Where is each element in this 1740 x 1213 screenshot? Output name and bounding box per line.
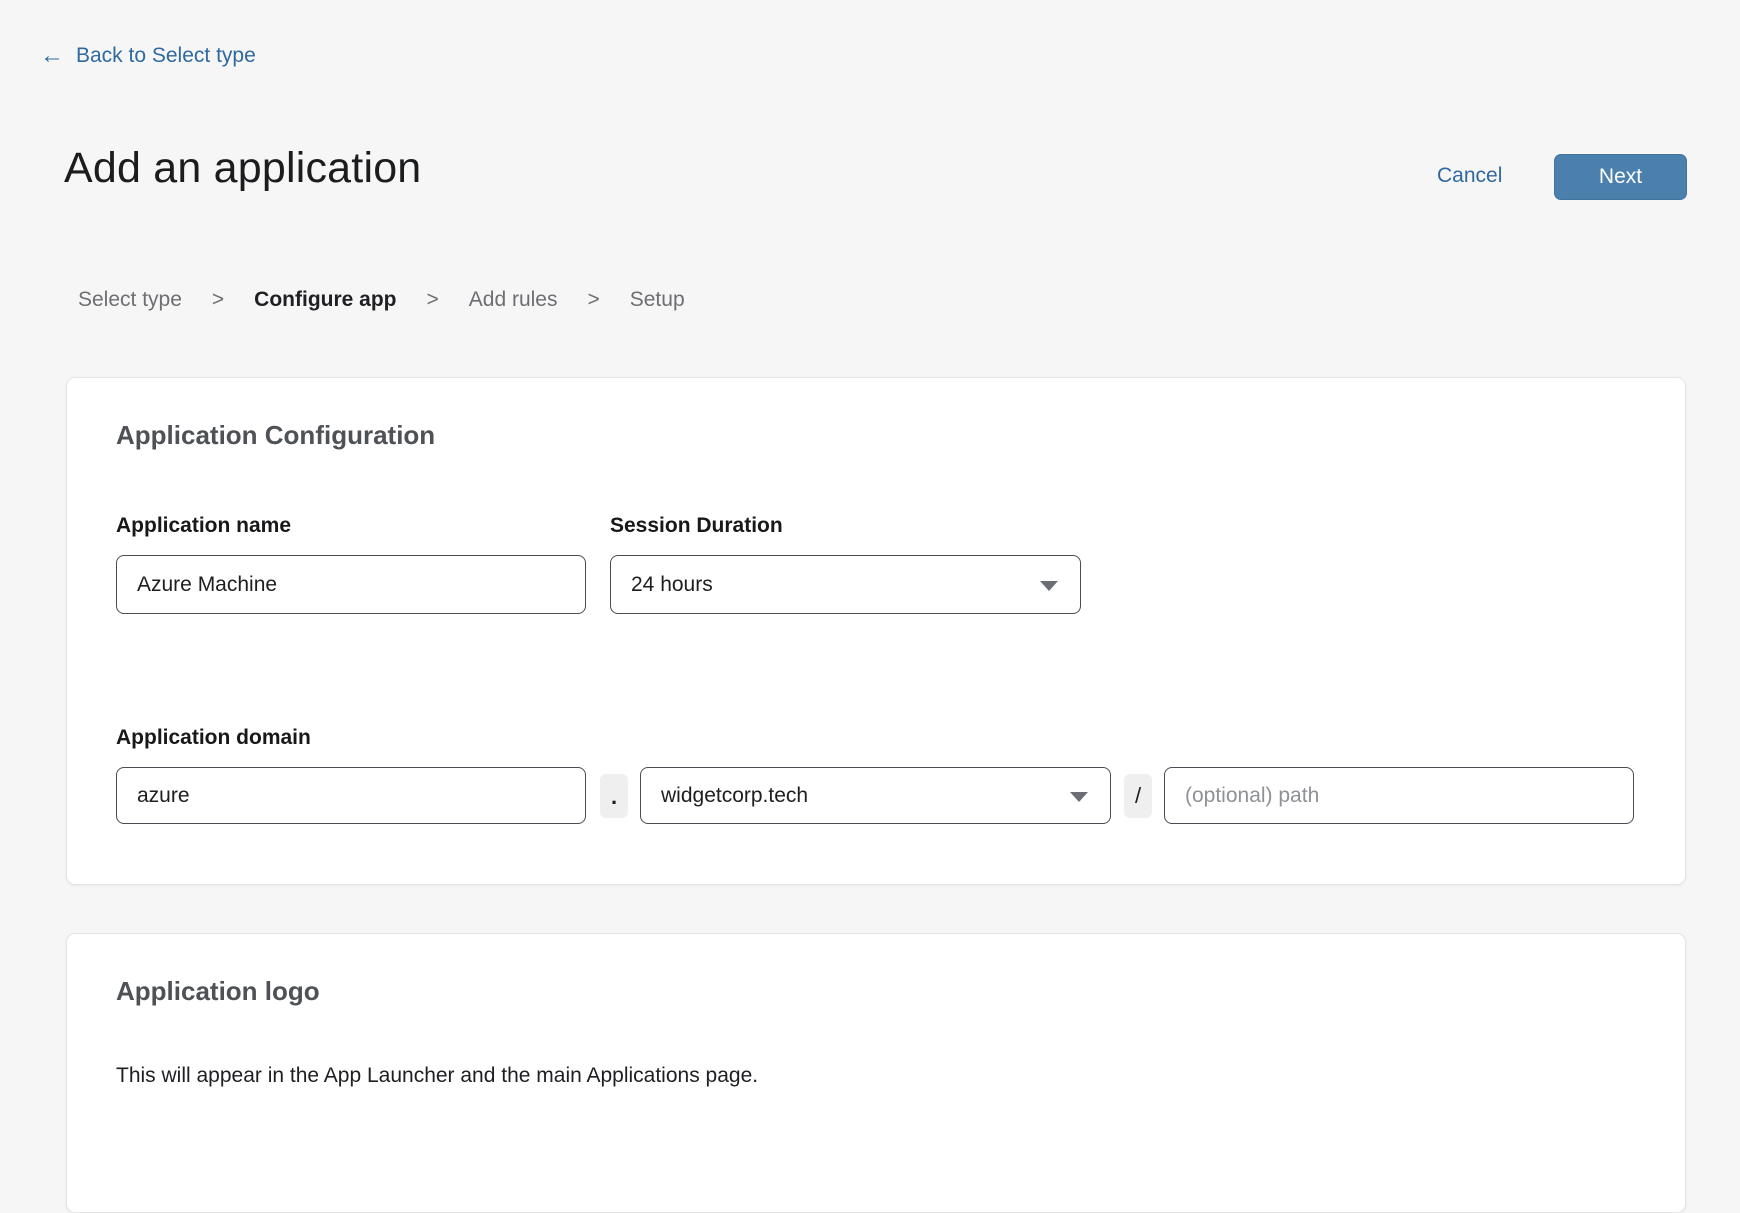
domain-select-value: widgetcorp.tech	[661, 784, 808, 808]
step-configure-app[interactable]: Configure app	[254, 288, 396, 312]
breadcrumb: Select type > Configure app > Add rules …	[78, 288, 685, 312]
application-configuration-title: Application Configuration	[116, 420, 435, 451]
back-link-label: Back to Select type	[76, 44, 256, 68]
left-arrow-icon: ←	[40, 44, 64, 68]
page-title: Add an application	[64, 144, 421, 193]
session-duration-select[interactable]: 24 hours	[610, 555, 1081, 614]
application-logo-card: Application logo This will appear in the…	[66, 933, 1686, 1213]
slash-separator: /	[1124, 774, 1152, 818]
application-domain-label: Application domain	[116, 726, 311, 750]
step-select-type[interactable]: Select type	[78, 288, 182, 312]
cancel-button[interactable]: Cancel	[1437, 164, 1502, 188]
domain-select[interactable]: widgetcorp.tech	[640, 767, 1111, 824]
path-input[interactable]	[1164, 767, 1634, 824]
step-setup[interactable]: Setup	[630, 288, 685, 312]
chevron-down-icon	[1040, 581, 1058, 591]
application-logo-title: Application logo	[116, 976, 320, 1007]
application-name-label: Application name	[116, 514, 291, 538]
chevron-down-icon	[1070, 792, 1088, 802]
breadcrumb-separator: >	[427, 288, 439, 312]
back-link[interactable]: ← Back to Select type	[40, 44, 256, 68]
session-duration-value: 24 hours	[631, 573, 713, 597]
session-duration-label: Session Duration	[610, 514, 783, 538]
application-logo-description: This will appear in the App Launcher and…	[116, 1064, 758, 1088]
subdomain-input[interactable]	[116, 767, 586, 824]
next-button[interactable]: Next	[1554, 154, 1687, 200]
breadcrumb-separator: >	[212, 288, 224, 312]
application-name-input[interactable]	[116, 555, 586, 614]
dot-separator: .	[600, 774, 628, 818]
application-configuration-card: Application Configuration Application na…	[66, 377, 1686, 885]
breadcrumb-separator: >	[587, 288, 599, 312]
step-add-rules[interactable]: Add rules	[469, 288, 558, 312]
